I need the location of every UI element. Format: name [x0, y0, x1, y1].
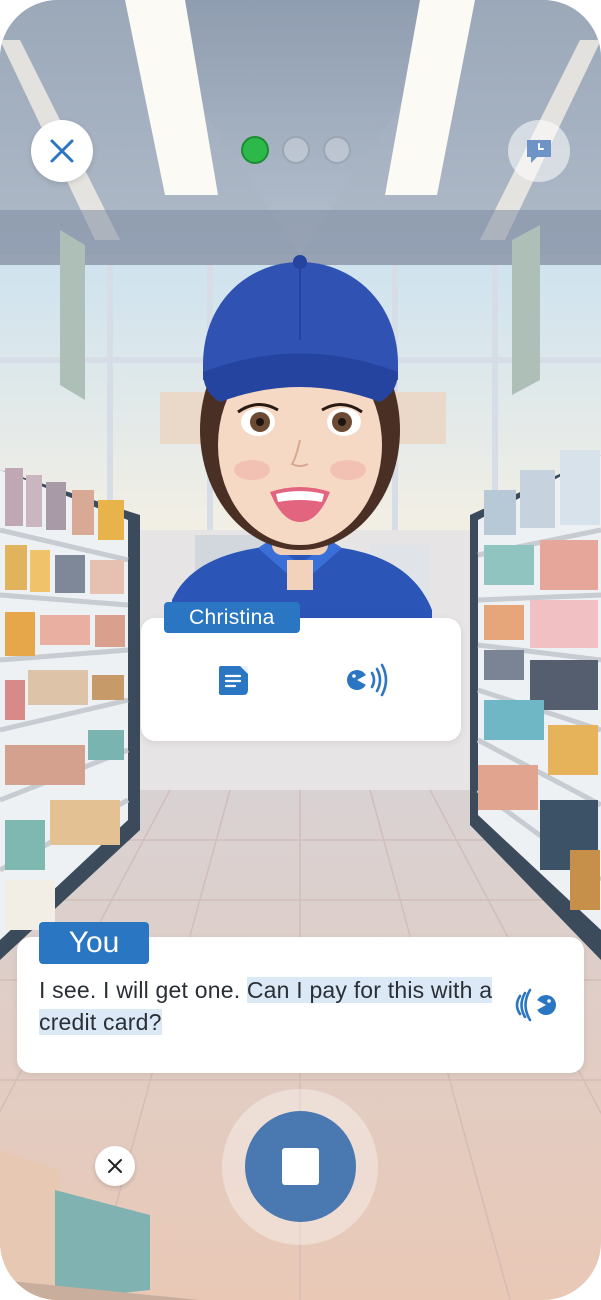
play-user-audio-button[interactable]	[513, 985, 559, 1025]
text-message-icon	[219, 666, 248, 695]
user-message-text: I see. I will get one. Can I pay for thi…	[39, 974, 509, 1038]
speaker-audio-icon	[515, 988, 556, 1022]
phone-screen: Christina You I see. I will get one. Can…	[0, 0, 601, 1300]
progress-dot-3	[323, 136, 351, 164]
progress-dot-1	[241, 136, 269, 164]
user-label: You	[39, 922, 149, 964]
user-message-plain: I see. I will get one.	[39, 977, 247, 1003]
show-text-button[interactable]	[217, 664, 250, 697]
npc-name-label: Christina	[164, 602, 300, 633]
play-npc-audio-button[interactable]	[345, 662, 389, 698]
close-icon	[108, 1159, 122, 1173]
stop-icon	[282, 1148, 319, 1185]
close-button[interactable]	[31, 120, 93, 182]
npc-message-card	[141, 618, 461, 741]
speaker-audio-icon	[347, 663, 388, 697]
chat-history-button[interactable]	[508, 120, 570, 182]
dismiss-button[interactable]	[95, 1146, 135, 1186]
stop-recording-button[interactable]	[245, 1111, 356, 1222]
progress-indicator	[241, 136, 351, 164]
chat-history-icon	[527, 140, 551, 163]
progress-dot-2	[282, 136, 310, 164]
close-icon	[50, 139, 74, 163]
